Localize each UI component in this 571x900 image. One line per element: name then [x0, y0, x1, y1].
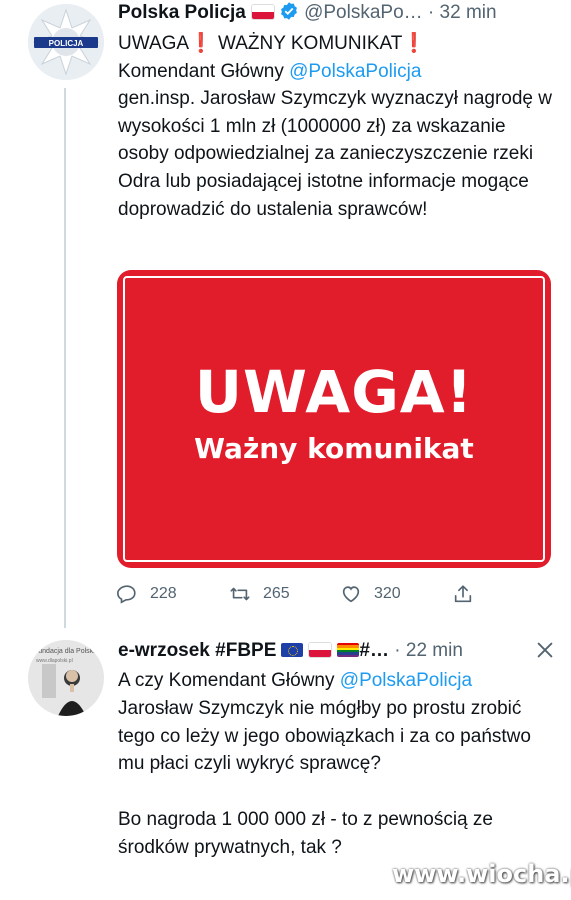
tweet2-header: e-wrzosek #FBPE #… · 22 min — [118, 637, 463, 665]
exclamation-icon: ❗ — [402, 33, 427, 54]
reply-button[interactable]: 228 — [116, 580, 177, 608]
share-button[interactable] — [452, 580, 486, 608]
retweet-icon — [230, 587, 250, 601]
tweet2-text: A czy Komendant Główny @PolskaPolicja Ja… — [118, 667, 558, 862]
retweet-count: 265 — [263, 585, 290, 602]
watermark: www.wiocha.pl — [392, 860, 571, 888]
author-name-truncated: #… — [359, 640, 389, 661]
share-icon — [454, 585, 472, 603]
verified-badge-icon — [280, 2, 297, 20]
tweet2-body-rest: Jarosław Szymczyk nie mógłby po prostu z… — [118, 697, 531, 858]
retweet-button[interactable]: 265 — [229, 580, 290, 608]
tweet-time[interactable]: · 32 min — [428, 2, 497, 23]
author-name[interactable]: Polska Policja — [118, 2, 246, 23]
eu-flag-icon — [281, 643, 304, 657]
author-handle[interactable]: @PolskaPo… — [304, 2, 423, 23]
poland-flag-icon — [309, 643, 332, 657]
reply-icon — [117, 585, 136, 604]
mention-link[interactable]: @PolskaPolicja — [340, 670, 472, 691]
text-wazny-komunikat: WAŻNY KOMUNIKAT — [212, 33, 403, 54]
mention-link[interactable]: @PolskaPolicja — [289, 61, 421, 82]
thread-connector-line — [64, 88, 66, 628]
author-name[interactable]: e-wrzosek #FBPE — [118, 640, 276, 661]
tweet-time[interactable]: · 22 min — [394, 640, 463, 661]
avatar-polska-policja[interactable]: POLICJA — [28, 4, 104, 80]
tweet1-text: UWAGA❗ WAŻNY KOMUNIKAT❗ Komendant Główny… — [118, 30, 558, 223]
text-uwaga: UWAGA — [118, 33, 190, 54]
svg-text:POLICJA: POLICJA — [49, 39, 84, 48]
exclamation-icon: ❗ — [189, 33, 213, 54]
heart-icon — [342, 586, 360, 603]
person-photo-icon — [42, 664, 86, 716]
text-komendant: Komendant Główny — [118, 60, 290, 82]
image-subtitle: Ważny komunikat — [194, 432, 474, 465]
text-intro: A czy Komendant Główny — [118, 670, 340, 691]
police-star-icon: POLICJA — [28, 4, 104, 80]
reply-count: 228 — [150, 585, 177, 602]
rainbow-flag-icon — [337, 643, 360, 657]
tweet-image[interactable]: UWAGA! Ważny komunikat — [117, 270, 551, 568]
like-count: 320 — [374, 585, 401, 602]
like-button[interactable]: 320 — [340, 580, 401, 608]
tweet1-body-rest: gen.insp. Jarosław Szymczyk wyznaczył na… — [118, 88, 553, 220]
image-title: UWAGA! — [194, 358, 474, 426]
tweet-actions: 228 265 320 — [116, 580, 476, 608]
close-icon[interactable] — [534, 639, 556, 661]
tweet1-header: Polska Policja @PolskaPo… · 32 min — [118, 0, 497, 26]
avatar-e-wrzosek[interactable]: Fundacja dla Polski www.dlapolski.pl — [28, 640, 104, 716]
poland-flag-icon — [251, 5, 274, 19]
